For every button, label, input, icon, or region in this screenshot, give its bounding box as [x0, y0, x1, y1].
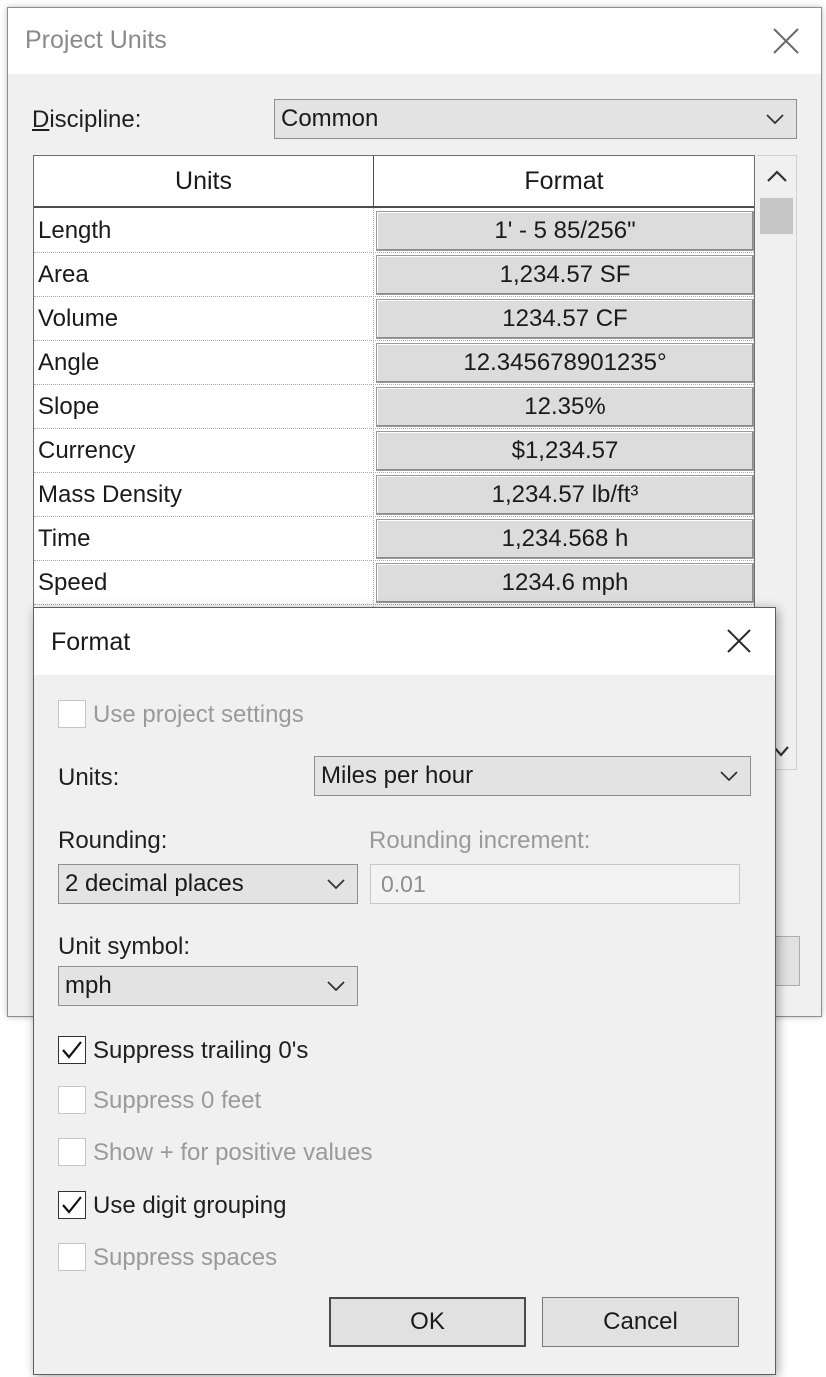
rounding-value: 2 decimal places — [65, 870, 244, 897]
column-header-format[interactable]: Format — [374, 156, 754, 208]
units-value: Miles per hour — [321, 762, 474, 789]
cancel-button[interactable]: Cancel — [542, 1297, 739, 1347]
discipline-label: Discipline: — [32, 106, 141, 134]
suppress-trailing-zeros-checkbox[interactable] — [58, 1036, 86, 1064]
suppress-spaces-label: Suppress spaces — [93, 1244, 278, 1271]
unit-symbol-label: Unit symbol: — [58, 933, 191, 960]
units-label: Units: — [58, 764, 120, 791]
table-row[interactable]: Volume 1234.57 CF — [34, 297, 754, 341]
suppress-zero-feet-checkbox[interactable] — [58, 1086, 86, 1114]
discipline-value: Common — [281, 105, 379, 132]
format-button[interactable]: 1,234.568 h — [376, 519, 754, 559]
format-button[interactable]: 1' - 5 85/256" — [376, 211, 754, 251]
unit-name-cell: Slope — [38, 393, 100, 420]
format-button[interactable]: 1,234.57 SF — [376, 255, 754, 295]
project-units-titlebar: Project Units — [8, 8, 821, 74]
column-header-units[interactable]: Units — [34, 156, 374, 208]
unit-symbol-value: mph — [65, 972, 112, 999]
use-project-settings-checkbox[interactable] — [58, 700, 86, 728]
table-row[interactable]: Speed 1234.6 mph — [34, 561, 754, 605]
unit-symbol-select[interactable]: mph — [58, 966, 358, 1006]
format-button[interactable]: 12.345678901235° — [376, 343, 754, 383]
chevron-down-icon — [327, 879, 345, 889]
format-button[interactable]: 1234.57 CF — [376, 299, 754, 339]
format-titlebar: Format — [34, 608, 775, 675]
chevron-down-icon — [766, 114, 784, 124]
format-title: Format — [51, 628, 131, 656]
chevron-down-icon — [327, 981, 345, 991]
rounding-label: Rounding: — [58, 827, 168, 854]
checkmark-icon — [62, 1196, 82, 1214]
unit-name-cell: Time — [38, 525, 91, 552]
suppress-zero-feet-label: Suppress 0 feet — [93, 1087, 262, 1114]
table-row[interactable]: Angle 12.345678901235° — [34, 341, 754, 385]
discipline-label-accelerator: D — [32, 106, 50, 133]
format-button[interactable]: 1234.6 mph — [376, 563, 754, 603]
chevron-down-icon — [720, 771, 738, 781]
scrollbar-thumb[interactable] — [760, 198, 793, 234]
scroll-up-arrow-icon[interactable] — [765, 168, 789, 184]
discipline-label-text: iscipline: — [49, 106, 142, 133]
unit-name-cell: Currency — [38, 437, 136, 464]
close-icon[interactable] — [770, 25, 802, 57]
unit-name-cell: Angle — [38, 349, 100, 376]
format-button[interactable]: 1,234.57 lb/ft³ — [376, 475, 754, 515]
use-digit-grouping-label: Use digit grouping — [93, 1192, 287, 1219]
rounding-increment-label: Rounding increment: — [369, 827, 591, 854]
format-dialog: Format Use project settings Units: Miles… — [33, 607, 776, 1375]
table-row[interactable]: Length 1' - 5 85/256" — [34, 209, 754, 253]
project-units-title: Project Units — [25, 26, 167, 54]
table-row[interactable]: Slope 12.35% — [34, 385, 754, 429]
suppress-trailing-zeros-label: Suppress trailing 0's — [93, 1037, 309, 1064]
format-button[interactable]: $1,234.57 — [376, 431, 754, 471]
units-table: Units Format Length 1' - 5 85/256" Area … — [33, 155, 755, 610]
unit-name-cell: Mass Density — [38, 481, 183, 508]
table-row[interactable]: Currency $1,234.57 — [34, 429, 754, 473]
discipline-select[interactable]: Common — [274, 99, 797, 139]
rounding-select[interactable]: 2 decimal places — [58, 864, 358, 904]
show-plus-positive-checkbox[interactable] — [58, 1138, 86, 1166]
table-row[interactable]: Area 1,234.57 SF — [34, 253, 754, 297]
show-plus-positive-label: Show + for positive values — [93, 1139, 373, 1166]
use-digit-grouping-checkbox[interactable] — [58, 1191, 86, 1219]
rounding-increment-input[interactable]: 0.01 — [370, 864, 740, 904]
unit-name-cell: Speed — [38, 569, 108, 596]
unit-name-cell: Length — [38, 217, 112, 244]
suppress-spaces-checkbox[interactable] — [58, 1243, 86, 1271]
table-row[interactable]: Mass Density 1,234.57 lb/ft³ — [34, 473, 754, 517]
table-row[interactable]: Time 1,234.568 h — [34, 517, 754, 561]
close-icon[interactable] — [724, 626, 754, 656]
units-select[interactable]: Miles per hour — [314, 756, 751, 796]
ok-button[interactable]: OK — [329, 1297, 526, 1347]
format-button[interactable]: 12.35% — [376, 387, 754, 427]
checkmark-icon — [62, 1041, 82, 1059]
use-project-settings-label: Use project settings — [93, 701, 304, 728]
unit-name-cell: Area — [38, 261, 89, 288]
unit-name-cell: Volume — [38, 305, 119, 332]
